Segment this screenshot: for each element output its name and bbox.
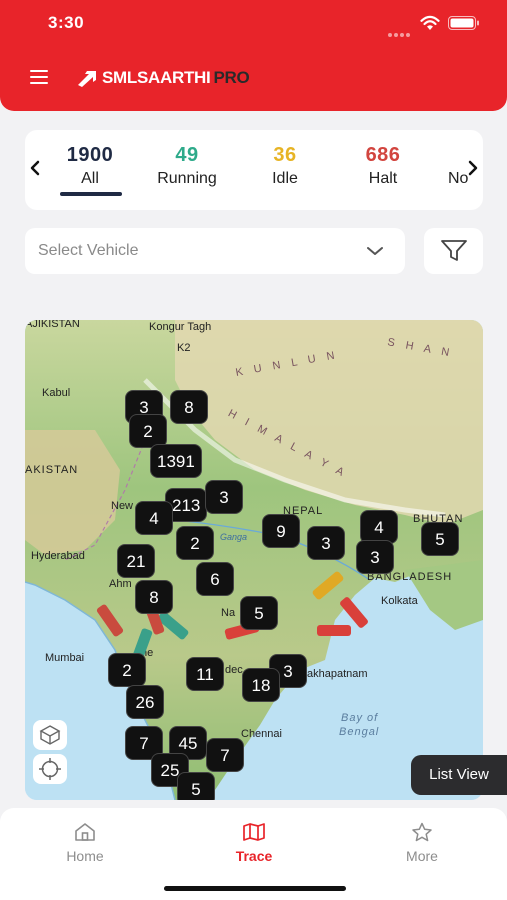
vehicle-cluster[interactable]: 8 (170, 390, 208, 424)
no-count (428, 144, 468, 167)
map-label-ahmedabad: Ahm (109, 578, 132, 590)
vehicle-cluster[interactable]: 11 (186, 657, 224, 691)
crosshair-icon (39, 758, 61, 780)
vehicle-cluster[interactable]: 9 (262, 514, 300, 548)
tab-halt[interactable]: 686 Halt (338, 144, 428, 188)
logo-arrow-icon (78, 71, 96, 87)
all-label: All (81, 170, 99, 187)
map-label-tajikistan: AJIKISTAN (25, 320, 80, 330)
map-label-mumbai: Mumbai (45, 652, 85, 664)
map-label-kolkata: Kolkata (381, 595, 418, 607)
app-header: 3:30 SMLSAARTHI PRO (0, 0, 507, 111)
list-view-button[interactable]: List View (411, 755, 507, 795)
vehicle-cluster[interactable]: 5 (240, 596, 278, 630)
vehicle-cluster[interactable]: 6 (196, 562, 234, 596)
vehicle-cluster[interactable]: 2 (176, 526, 214, 560)
chevron-down-icon (367, 247, 383, 255)
halt-count: 686 (365, 144, 401, 166)
running-label: Running (157, 170, 217, 187)
map-label-bay-of: Bay of (341, 712, 379, 724)
vehicle-cluster[interactable]: 26 (126, 685, 164, 719)
wifi-icon (420, 15, 440, 30)
map-label-chennai: Chennai (241, 728, 282, 740)
idle-label: Idle (272, 170, 298, 187)
map-3d-toggle-button[interactable] (33, 720, 67, 750)
map-label-new-delhi: New (111, 500, 134, 512)
map-label-nagpur: Na (221, 607, 236, 619)
map-label-ganga: Ganga (220, 532, 248, 542)
vehicle-select[interactable]: Select Vehicle (25, 228, 405, 274)
vehicle-cluster[interactable]: 2 (129, 414, 167, 448)
halt-label: Halt (368, 170, 398, 187)
signal-dots-icon (388, 24, 412, 37)
cube-icon (39, 725, 61, 745)
home-indicator (164, 886, 346, 891)
vehicle-map[interactable]: AJIKISTAN Kongur Tagh K U N L U N S H A … (25, 320, 483, 800)
vehicle-cluster[interactable]: 5 (177, 772, 215, 800)
tab-more-label: More (406, 848, 438, 864)
vehicle-cluster[interactable]: 4 (135, 501, 173, 535)
tab-trace[interactable]: Trace (214, 822, 294, 864)
truck-marker[interactable] (317, 625, 351, 636)
menu-icon[interactable] (30, 70, 48, 84)
chevron-left-icon[interactable] (27, 158, 43, 178)
active-tab-underline (60, 192, 122, 196)
tab-more[interactable]: More (382, 822, 462, 864)
vehicle-cluster[interactable]: 18 (242, 668, 280, 702)
app-logo: SMLSAARTHI PRO (76, 66, 250, 90)
map-label-k2: K2 (177, 342, 191, 354)
vehicle-status-tabs: 1900 All 49 Running 36 Idle 686 Halt No (25, 130, 483, 210)
vehicle-cluster[interactable]: 3 (356, 540, 394, 574)
map-label-deccan: dec (225, 664, 243, 676)
vehicle-cluster[interactable]: 7 (206, 738, 244, 772)
map-label-bengal: Bengal (339, 726, 380, 738)
vehicle-cluster[interactable]: 1391 (150, 444, 202, 478)
battery-icon (448, 16, 479, 30)
vehicle-select-placeholder: Select Vehicle (38, 242, 139, 259)
map-label-kongur: Kongur Tagh (149, 321, 212, 333)
tab-idle[interactable]: 36 Idle (240, 144, 330, 188)
vehicle-cluster[interactable]: 3 (205, 480, 243, 514)
tab-home[interactable]: Home (45, 822, 125, 864)
vehicle-cluster[interactable]: 3 (307, 526, 345, 560)
status-time: 3:30 (48, 13, 85, 32)
map-label-pakistan: AKISTAN (25, 464, 79, 476)
tab-running[interactable]: 49 Running (142, 144, 232, 188)
vehicle-cluster[interactable]: 4 (360, 510, 398, 544)
home-icon (75, 823, 95, 841)
star-icon (412, 822, 432, 842)
chevron-right-icon[interactable] (465, 158, 481, 178)
filter-icon (441, 240, 467, 261)
all-count: 1900 (66, 144, 114, 166)
vehicle-cluster[interactable]: 8 (135, 580, 173, 614)
vehicle-cluster[interactable]: 21 (117, 544, 155, 578)
map-label-hyderabad: Hyderabad (31, 550, 85, 562)
locate-me-button[interactable] (33, 754, 67, 784)
running-count: 49 (175, 144, 199, 166)
tab-trace-label: Trace (235, 848, 273, 864)
tab-all[interactable]: 1900 All (45, 144, 135, 188)
tab-no[interactable]: No (428, 144, 468, 188)
map-label-visakhapatnam: akhapatnam (307, 668, 368, 680)
map-icon (243, 823, 265, 841)
vehicle-cluster[interactable]: 5 (421, 522, 459, 556)
tab-home-label: Home (66, 848, 104, 864)
vehicle-cluster[interactable]: 2 (108, 653, 146, 687)
app-name-suffix: PRO (213, 68, 250, 87)
idle-count: 36 (273, 144, 297, 166)
map-label-kabul: Kabul (42, 387, 71, 399)
filter-button[interactable] (424, 228, 483, 274)
app-name: SMLSAARTHI (102, 68, 211, 87)
